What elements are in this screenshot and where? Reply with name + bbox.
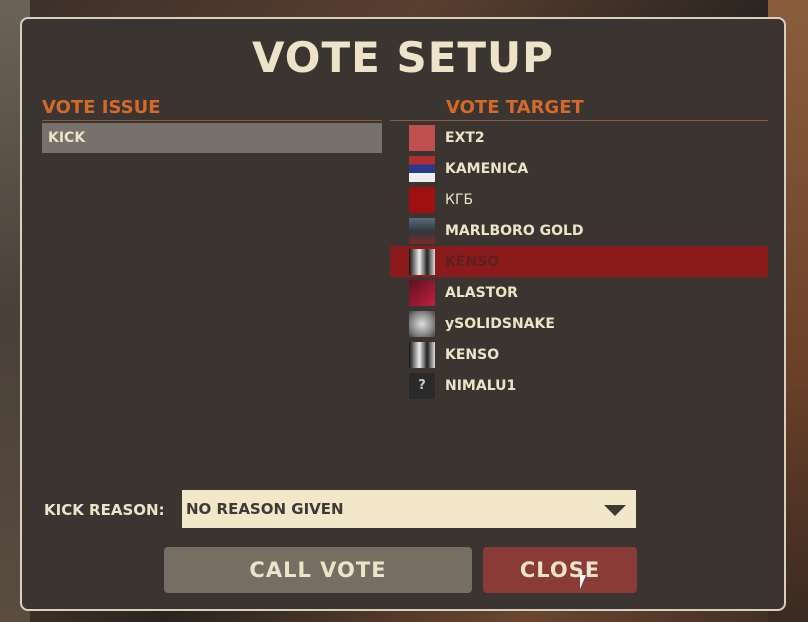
face-avatar-icon <box>409 310 435 337</box>
vote-target-divider <box>390 120 768 121</box>
stop-avatar-icon <box>409 124 435 151</box>
flag-avatar-icon <box>409 155 435 182</box>
call-vote-button[interactable]: CALL VOTE <box>164 547 472 593</box>
vote-issue-header: VOTE ISSUE <box>42 97 161 118</box>
vote-setup-dialog: VOTE SETUP VOTE ISSUE KICK VOTE TARGET E… <box>20 17 786 611</box>
player-name: KENSO <box>445 253 500 270</box>
anime-avatar-icon <box>409 341 435 368</box>
player-row[interactable]: ALASTOR <box>390 277 768 308</box>
kick-reason-dropdown[interactable]: NO REASON GIVEN <box>182 490 636 528</box>
player-name: КГБ <box>445 191 474 208</box>
dropdown-arrow-icon <box>604 505 626 516</box>
mouse-cursor-icon <box>580 575 586 589</box>
player-name: MARLBORO GOLD <box>445 222 584 239</box>
player-row[interactable]: КГБ <box>390 184 768 215</box>
kgb-avatar-icon <box>409 186 435 213</box>
player-name: EXT2 <box>445 129 485 146</box>
player-name: NIMALU1 <box>445 377 517 394</box>
player-name: ALASTOR <box>445 284 518 301</box>
close-button[interactable]: CLOSE <box>483 547 637 593</box>
kick-reason-label: KICK REASON: <box>44 501 165 519</box>
player-row[interactable]: KENSO <box>390 339 768 370</box>
player-name: ySOLIDSNAKE <box>445 315 555 332</box>
player-row-selected[interactable]: KENSO <box>390 246 768 277</box>
question-avatar-icon: ? <box>409 372 435 399</box>
player-row[interactable]: ? NIMALU1 <box>390 370 768 401</box>
player-row[interactable]: EXT2 <box>390 122 768 153</box>
vote-target-header: VOTE TARGET <box>446 97 584 118</box>
portrait-avatar-icon <box>409 217 435 244</box>
dialog-title: VOTE SETUP <box>252 33 554 82</box>
vote-issue-divider <box>42 120 382 121</box>
player-row[interactable]: KAMENICA <box>390 153 768 184</box>
player-name: KENSO <box>445 346 500 363</box>
player-name: KAMENICA <box>445 160 529 177</box>
demon-avatar-icon <box>409 279 435 306</box>
kick-reason-value: NO REASON GIVEN <box>186 500 344 518</box>
vote-target-list: EXT2 KAMENICA КГБ MARLBORO GOLD KENSO AL… <box>390 122 768 401</box>
vote-issue-item-kick[interactable]: KICK <box>42 123 382 153</box>
anime-avatar-icon <box>409 248 435 275</box>
player-row[interactable]: MARLBORO GOLD <box>390 215 768 246</box>
player-row[interactable]: ySOLIDSNAKE <box>390 308 768 339</box>
